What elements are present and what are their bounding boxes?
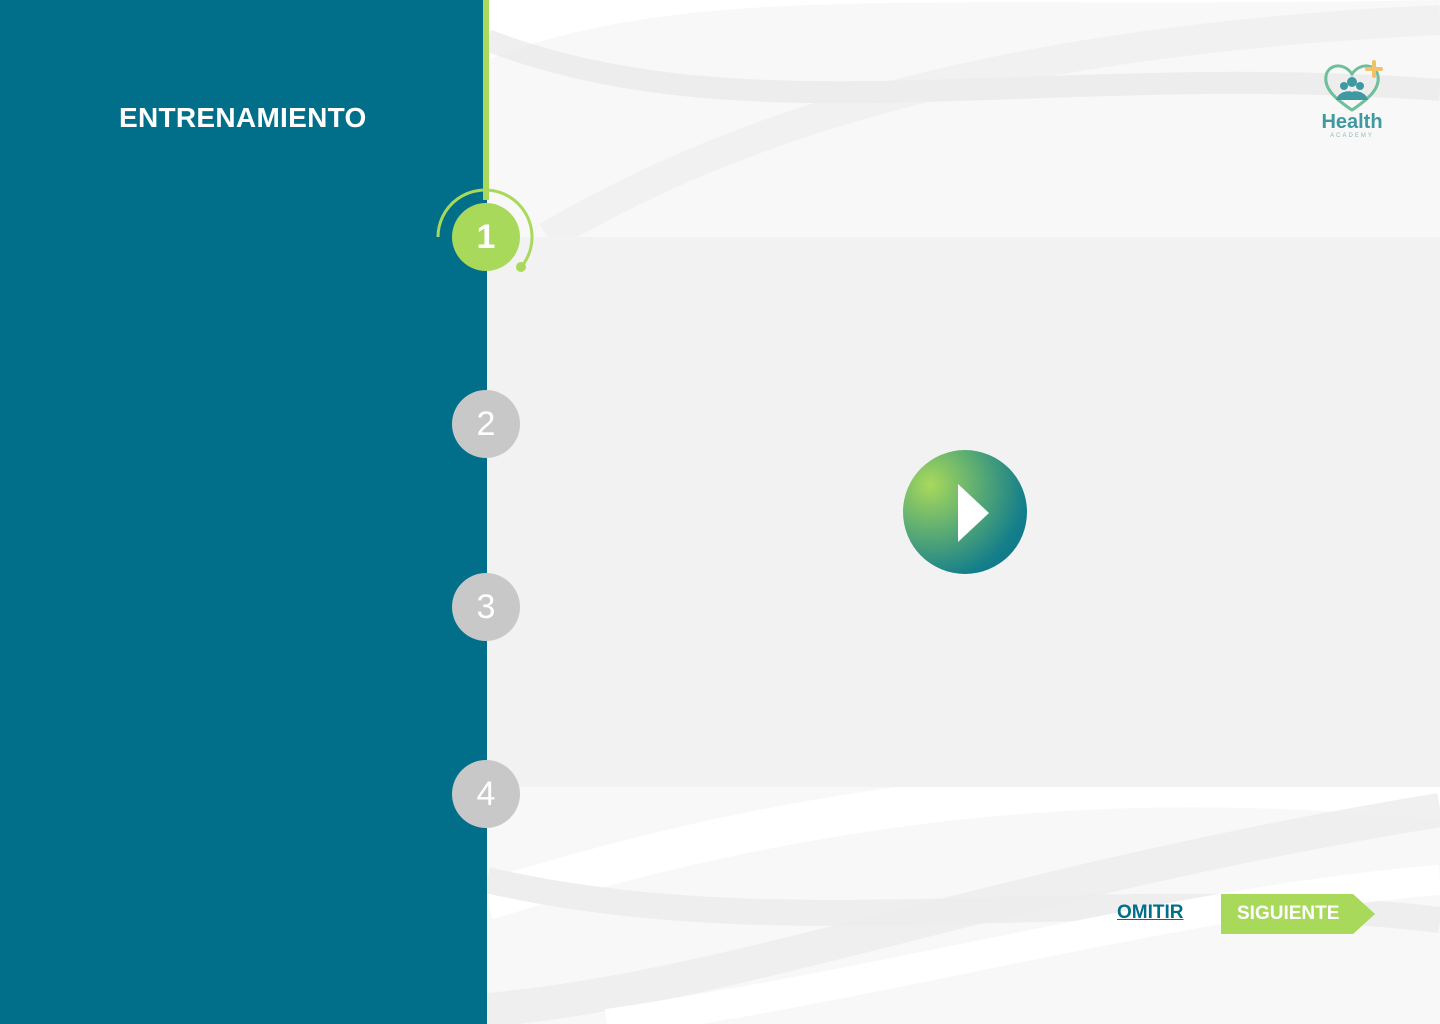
step-1[interactable]: 1 bbox=[452, 203, 520, 271]
sidebar-title: ENTRENAMIENTO bbox=[119, 102, 367, 133]
next-button[interactable]: SIGUIENTE bbox=[1221, 894, 1375, 934]
sidebar: ENTRENAMIENTO bbox=[0, 0, 487, 1024]
play-icon bbox=[958, 484, 989, 542]
play-button[interactable] bbox=[903, 450, 1027, 574]
step-4[interactable]: 4 bbox=[452, 760, 520, 828]
step-3[interactable]: 3 bbox=[452, 573, 520, 641]
step-2[interactable]: 2 bbox=[452, 390, 520, 458]
step-number: 4 bbox=[476, 774, 496, 813]
step-number: 3 bbox=[476, 587, 496, 626]
heart-people-icon bbox=[1324, 60, 1383, 112]
logo-subtitle: ACADEMY bbox=[1330, 133, 1374, 139]
step-number: 1 bbox=[476, 217, 496, 256]
progress-line bbox=[483, 0, 489, 200]
health-academy-logo: Health ACADEMY bbox=[1314, 58, 1394, 143]
logo-name: Health bbox=[1321, 111, 1383, 133]
step-number: 2 bbox=[476, 404, 496, 443]
next-button-label: SIGUIENTE bbox=[1237, 903, 1340, 924]
skip-link[interactable]: OMITIR bbox=[1117, 902, 1184, 924]
